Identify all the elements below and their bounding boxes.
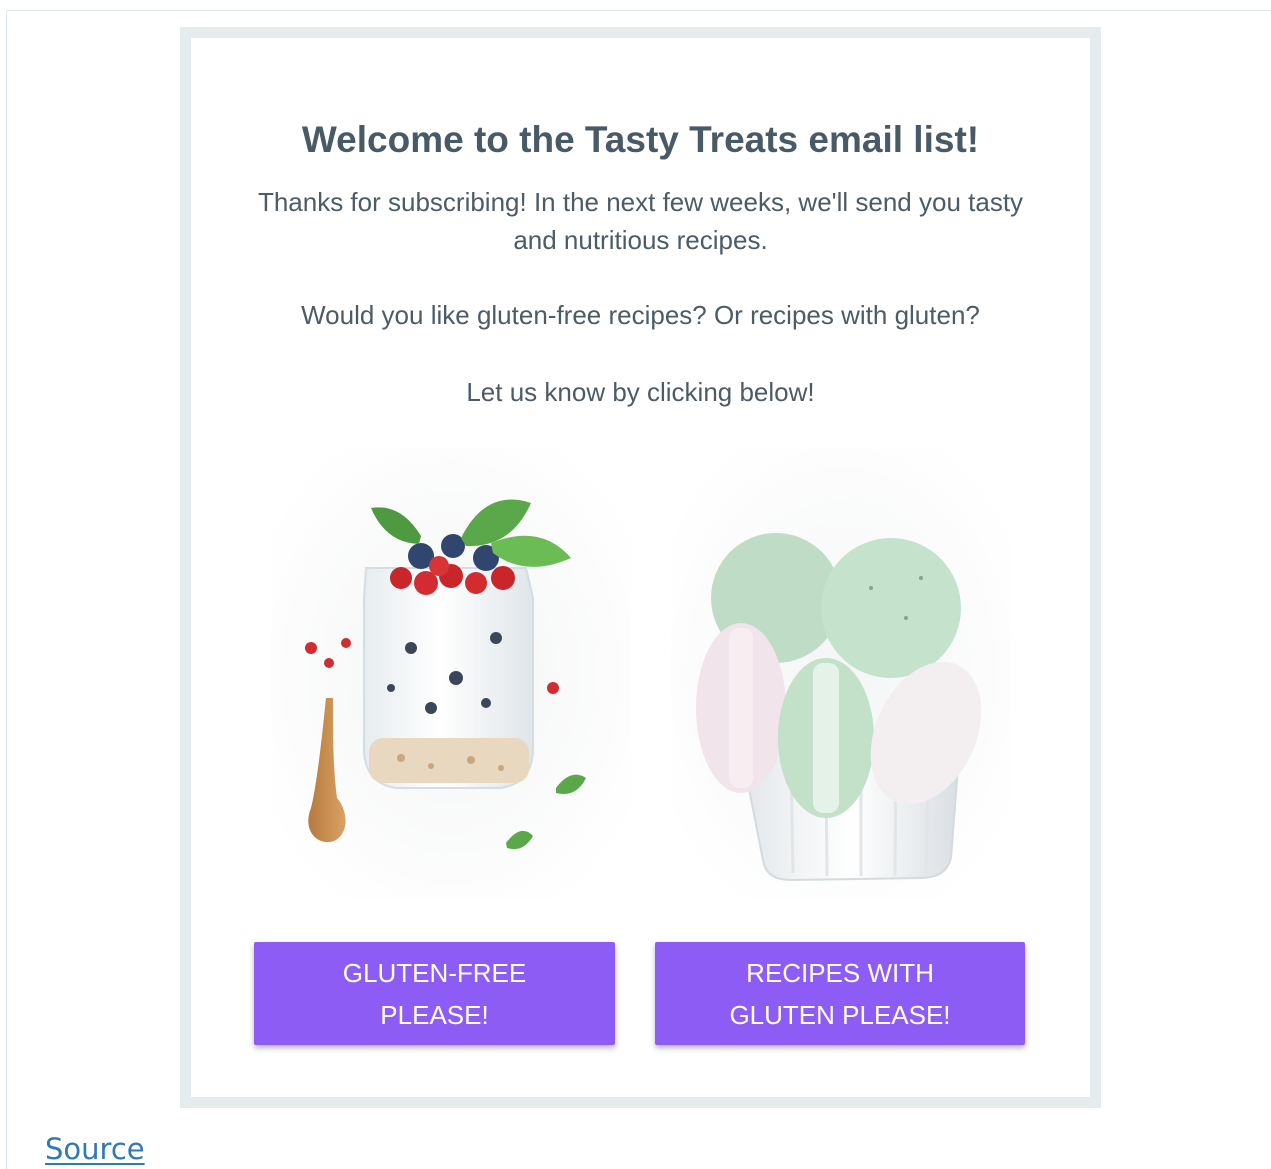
with-gluten-button[interactable]: RECIPES WITH GLUTEN PLEASE!: [655, 942, 1025, 1045]
question-text: Would you like gluten-free recipes? Or r…: [301, 300, 980, 330]
gluten-free-button-line1: GLUTEN-FREE: [342, 957, 527, 988]
parfait-photo: [271, 448, 631, 898]
gluten-free-button-line2: PLEASE!: [380, 999, 489, 1030]
with-gluten-button-line2: GLUTEN PLEASE!: [729, 999, 951, 1030]
macarons-photo: [671, 448, 1011, 898]
gluten-free-button[interactable]: GLUTEN-FREE PLEASE!: [254, 942, 615, 1045]
email-card: Welcome to the Tasty Treats email list! …: [180, 27, 1101, 1108]
cta-text: Let us know by clicking below!: [466, 377, 815, 407]
with-gluten-button-line1: RECIPES WITH: [746, 957, 934, 988]
intro-text: Thanks for subscribing! In the next few …: [257, 187, 1024, 255]
email-headline: Welcome to the Tasty Treats email list!: [301, 119, 980, 160]
source-link[interactable]: Source: [45, 1131, 145, 1167]
